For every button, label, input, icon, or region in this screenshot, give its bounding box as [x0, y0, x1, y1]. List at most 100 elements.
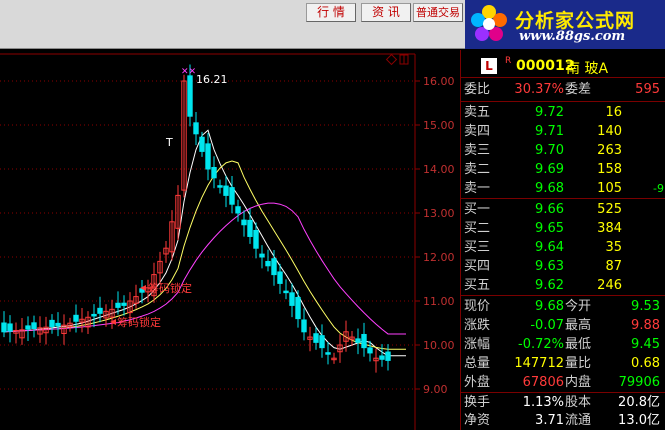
- ask-price: 9.71: [535, 124, 564, 139]
- level-badge[interactable]: L: [481, 58, 497, 74]
- candle-down: [325, 352, 331, 355]
- ask-price: 9.68: [535, 181, 564, 196]
- y-axis-tick-label: 14.00: [423, 163, 455, 176]
- ask-level-label: 卖三: [464, 143, 491, 158]
- t-marker-label: T: [165, 136, 173, 149]
- ask-row[interactable]: 卖五 9.72 16: [461, 103, 665, 123]
- ask-change: -9: [653, 182, 664, 195]
- ask-volume: 16: [605, 105, 622, 120]
- candle-down: [223, 185, 229, 196]
- candle-down: [211, 167, 217, 179]
- ask-price: 9.69: [535, 162, 564, 177]
- info-label: 净资: [464, 413, 491, 428]
- bid-level-label: 买四: [464, 259, 491, 274]
- candle-down: [31, 322, 37, 329]
- kline-chart[interactable]: 16.00 15.00 14.00 13.00 12.00 11.00 10.00 9.00 …: [0, 50, 460, 430]
- divider: [461, 101, 665, 102]
- peak-marker-icon: ✕✕: [181, 67, 196, 77]
- ask-row[interactable]: 卖二 9.69 158: [461, 160, 665, 180]
- candle-down: [229, 187, 235, 205]
- candle-down: [277, 271, 283, 284]
- bid-row[interactable]: 买二 9.65 384: [461, 219, 665, 239]
- bid-price: 9.64: [535, 240, 564, 255]
- candle-down: [241, 219, 247, 226]
- wei-bi-row: 委比 30.37% 委差 595: [461, 80, 665, 100]
- stat-label: 最低: [565, 337, 592, 352]
- candle-down: [301, 319, 307, 333]
- stat-label: 最高: [565, 318, 592, 333]
- wei-bi-label: 委比: [464, 82, 491, 97]
- stat-row: 总量 147712 量比 0.68: [461, 354, 665, 374]
- stat-row: 外盘 67806 内盘 79906: [461, 373, 665, 393]
- market-button[interactable]: 行 情: [306, 3, 356, 22]
- divider: [461, 295, 665, 296]
- quote-panel: L R 000012 南 玻A 委比 30.37% 委差 595 卖五 9.72…: [460, 50, 665, 430]
- bid-level-label: 买一: [464, 202, 491, 217]
- info-value: 20.8亿: [618, 395, 660, 410]
- candle-down: [7, 323, 13, 332]
- bid-level-label: 买二: [464, 221, 491, 236]
- info-row: 净资 3.71 流通 13.0亿: [461, 411, 665, 430]
- ask-level-label: 卖五: [464, 105, 491, 120]
- candle-down: [55, 322, 61, 327]
- stat-label: 涨跌: [464, 318, 491, 333]
- news-button[interactable]: 资 讯: [361, 3, 411, 22]
- trade-button[interactable]: 普通交易: [413, 3, 463, 22]
- y-axis-tick-label: 12.00: [423, 251, 455, 264]
- top-toolbar: 行 情 资 讯 普通交易 分析家公式网 www.88gs.com: [0, 0, 665, 49]
- bid-row[interactable]: 买一 9.66 525: [461, 200, 665, 220]
- bid-price: 9.65: [535, 221, 564, 236]
- candle-down: [367, 347, 373, 354]
- stat-row: 涨幅 -0.72% 最低 9.45: [461, 335, 665, 355]
- candle-down: [355, 338, 361, 343]
- kline-chart-svg[interactable]: 16.0015.0014.0013.0012.0011.0010.009.00 …: [0, 50, 460, 430]
- candle-down: [1, 322, 7, 333]
- bid-row[interactable]: 买三 9.64 35: [461, 238, 665, 258]
- logo-url-text: www.88gs.com: [519, 29, 626, 44]
- ask-row[interactable]: 卖一 9.68 105 -9: [461, 179, 665, 199]
- bid-price: 9.63: [535, 259, 564, 274]
- bid-row[interactable]: 买五 9.62 246: [461, 276, 665, 296]
- ask-row[interactable]: 卖三 9.70 263: [461, 141, 665, 161]
- ask-volume: 105: [597, 181, 622, 196]
- stock-name: 南 玻A: [566, 61, 609, 77]
- bid-price: 9.66: [535, 202, 564, 217]
- chip-lock-annotation-2: 筹码锁定: [117, 315, 161, 329]
- peak-price-label: 16.21: [196, 73, 228, 86]
- stat-value: 0.68: [631, 356, 660, 371]
- ask-price: 9.72: [535, 105, 564, 120]
- stat-label: 现价: [464, 299, 491, 314]
- y-axis-tick-label: 13.00: [423, 207, 455, 220]
- info-value: 3.71: [535, 413, 564, 428]
- divider: [461, 198, 665, 199]
- stat-label: 涨幅: [464, 337, 491, 352]
- bid-volume: 525: [597, 202, 622, 217]
- stat-row: 涨跌 -0.07 最高 9.88: [461, 316, 665, 336]
- candle-down: [205, 143, 211, 170]
- r-marker: R: [505, 56, 512, 66]
- ask-volume: 140: [597, 124, 622, 139]
- ask-price: 9.70: [535, 143, 564, 158]
- info-label: 股本: [565, 395, 592, 410]
- candle-down: [295, 296, 301, 320]
- stat-value: 79906: [618, 375, 660, 390]
- bid-volume: 384: [597, 221, 622, 236]
- ask-row[interactable]: 卖四 9.71 140: [461, 122, 665, 142]
- candle-down: [121, 302, 127, 306]
- stat-value: 9.68: [535, 299, 564, 314]
- chip-lock-annotation-1: 筹码锁定: [148, 281, 192, 295]
- ask-level-label: 卖一: [464, 181, 491, 196]
- candle-down: [283, 290, 289, 294]
- bid-level-label: 买五: [464, 278, 491, 293]
- bid-volume: 246: [597, 278, 622, 293]
- candle-down: [385, 351, 391, 361]
- candle-down: [313, 333, 319, 343]
- stat-value: -0.07: [530, 318, 564, 333]
- candle-down: [115, 302, 121, 308]
- stat-label: 内盘: [565, 375, 592, 390]
- candle-down: [187, 75, 193, 117]
- info-value: 1.13%: [522, 395, 564, 410]
- bid-volume: 35: [605, 240, 622, 255]
- bid-row[interactable]: 买四 9.63 87: [461, 257, 665, 277]
- candle-down: [97, 307, 103, 314]
